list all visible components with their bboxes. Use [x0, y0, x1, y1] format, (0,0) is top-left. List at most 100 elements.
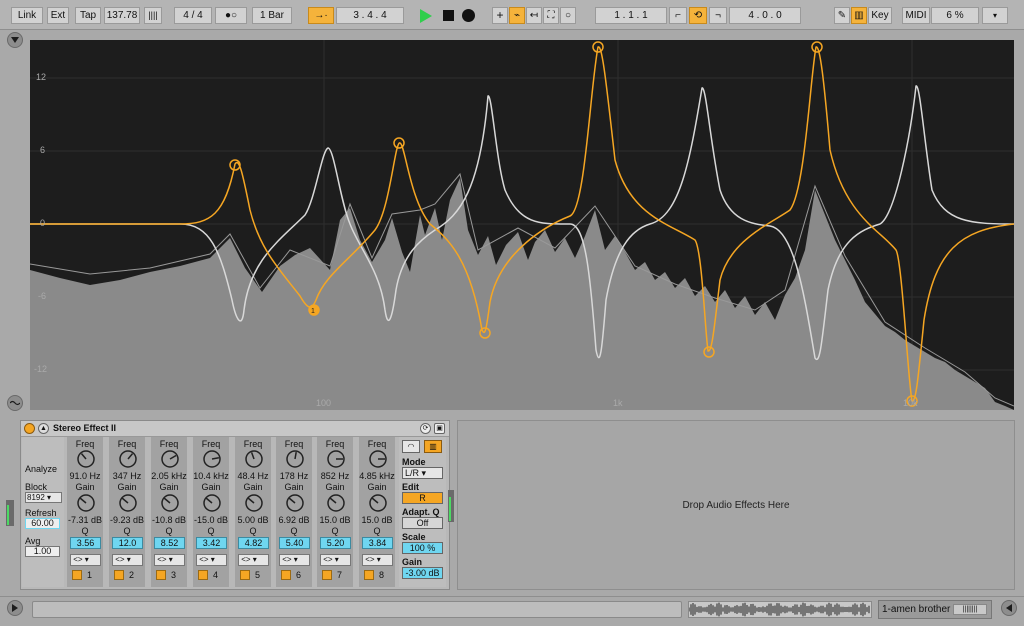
filter-type-select[interactable]: <> ▾: [279, 554, 310, 566]
freq-knob[interactable]: [160, 449, 180, 469]
device-power-icon[interactable]: [24, 423, 35, 434]
collapse-down-icon[interactable]: [7, 32, 23, 48]
band-enable-checkbox[interactable]: [281, 570, 291, 580]
nudge-icon[interactable]: ||||: [144, 7, 162, 24]
expand-right-icon[interactable]: [7, 600, 23, 616]
gain-knob[interactable]: [326, 493, 346, 513]
tempo-field[interactable]: 137.78: [104, 7, 140, 24]
metronome-menu[interactable]: ●○: [215, 7, 247, 24]
edit-channel-button[interactable]: R: [402, 492, 443, 504]
filter-type-select[interactable]: <> ▾: [196, 554, 227, 566]
punch-in-icon[interactable]: ⌐: [669, 7, 687, 24]
freq-knob[interactable]: [244, 449, 264, 469]
gain-knob[interactable]: [160, 493, 180, 513]
key-map-button[interactable]: Key: [868, 7, 892, 24]
add-icon[interactable]: +: [492, 7, 508, 24]
gain-knob[interactable]: [368, 493, 388, 513]
output-gain-field[interactable]: -3.00 dB: [402, 567, 443, 579]
back-to-arrangement-icon[interactable]: ↤: [526, 7, 542, 24]
band-enable-checkbox[interactable]: [240, 570, 250, 580]
mode-select[interactable]: L/R ▾: [402, 467, 443, 479]
q-field[interactable]: 3.42: [196, 537, 227, 549]
freq-knob[interactable]: [118, 449, 138, 469]
record-icon[interactable]: [462, 9, 475, 22]
gain-knob[interactable]: [202, 493, 222, 513]
band-enable-checkbox[interactable]: [72, 570, 82, 580]
scale-label: Scale: [402, 532, 426, 542]
q-field[interactable]: 5.40: [279, 537, 310, 549]
device-header: ▲ Stereo Effect II ⟳ ▣: [21, 421, 449, 437]
analyzer-settings: Analyze Block 8192 ▾ Refresh 60.00 Avg 1…: [22, 437, 64, 587]
scale-field[interactable]: 100 %: [402, 542, 443, 554]
stop-icon[interactable]: [443, 10, 454, 21]
link-button[interactable]: Link: [11, 7, 43, 24]
headphone-icon[interactable]: ◠: [402, 440, 420, 453]
loop-length-field[interactable]: 4 . 0 . 0: [729, 7, 801, 24]
clip-overview[interactable]: [688, 601, 872, 618]
follow-arrow-icon[interactable]: →·: [308, 7, 334, 24]
draw-mode-icon[interactable]: ✎: [834, 7, 850, 24]
spectrum-toggle-icon[interactable]: ▥: [424, 440, 442, 453]
block-select[interactable]: 8192 ▾: [25, 492, 62, 503]
session-record-icon[interactable]: ○: [560, 7, 576, 24]
x-tick-10k: 10k: [903, 398, 918, 408]
output-level-meter: [448, 490, 454, 522]
band-enable-checkbox[interactable]: [198, 570, 208, 580]
band-enable-checkbox[interactable]: [156, 570, 166, 580]
expand-left-icon[interactable]: [1001, 600, 1017, 616]
q-field[interactable]: 8.52: [154, 537, 185, 549]
adapt-q-toggle[interactable]: Off: [402, 517, 443, 529]
filter-type-select[interactable]: <> ▾: [320, 554, 351, 566]
gain-knob[interactable]: [285, 493, 305, 513]
save-preset-icon[interactable]: ▣: [434, 423, 445, 434]
loop-toggle-icon[interactable]: ⟲: [689, 7, 707, 24]
q-field[interactable]: 3.56: [70, 537, 101, 549]
gain-knob[interactable]: [76, 493, 96, 513]
filter-type-select[interactable]: <> ▾: [362, 554, 393, 566]
freq-value: 347 Hz: [112, 471, 142, 481]
freq-knob[interactable]: [368, 449, 388, 469]
freq-knob[interactable]: [326, 449, 346, 469]
filter-type-select[interactable]: <> ▾: [154, 554, 185, 566]
collapse-icon[interactable]: ▲: [38, 423, 49, 434]
automation-arm-icon[interactable]: ⌁: [509, 7, 525, 24]
q-field[interactable]: 4.82: [238, 537, 269, 549]
q-label: Q: [81, 526, 89, 536]
keyboard-icon[interactable]: ▥: [851, 7, 867, 24]
hot-swap-icon[interactable]: ⟳: [420, 423, 431, 434]
freq-knob[interactable]: [285, 449, 305, 469]
fold-icon[interactable]: [7, 395, 23, 411]
filter-type-select[interactable]: <> ▾: [70, 554, 101, 566]
q-field[interactable]: 5.20: [320, 537, 351, 549]
band-number: 6: [296, 570, 302, 580]
avg-field[interactable]: 1.00: [25, 546, 60, 557]
gain-label: Gain: [284, 482, 304, 492]
gain-knob[interactable]: [118, 493, 138, 513]
q-field[interactable]: 3.84: [362, 537, 393, 549]
filter-type-select[interactable]: <> ▾: [238, 554, 269, 566]
song-position-field[interactable]: 3 . 4 . 4: [336, 7, 404, 24]
play-icon[interactable]: [420, 9, 432, 23]
refresh-field[interactable]: 60.00: [25, 518, 60, 529]
band-enable-checkbox[interactable]: [114, 570, 124, 580]
quantize-menu[interactable]: 1 Bar: [252, 7, 292, 24]
filter-type-select[interactable]: <> ▾: [112, 554, 143, 566]
capture-icon[interactable]: ⛶: [543, 7, 559, 24]
q-field[interactable]: 12.0: [112, 537, 143, 549]
freq-knob[interactable]: [76, 449, 96, 469]
punch-out-icon[interactable]: ¬: [709, 7, 727, 24]
time-signature-field[interactable]: 4 / 4: [174, 7, 212, 24]
band-enable-checkbox[interactable]: [322, 570, 332, 580]
drop-zone[interactable]: Drop Audio Effects Here: [457, 420, 1015, 590]
tap-button[interactable]: Tap: [75, 7, 101, 24]
clip-name[interactable]: 1-amen brother ||||||||: [878, 600, 992, 619]
loop-start-field[interactable]: 1 . 1 . 1: [595, 7, 667, 24]
ext-button[interactable]: Ext: [47, 7, 69, 24]
eq-display[interactable]: 1 12 6 0 -6 -12 100 1k 10k: [30, 40, 1014, 410]
edit-label: Edit: [402, 482, 419, 492]
midi-map-button[interactable]: MIDI: [902, 7, 930, 24]
q-label: Q: [249, 526, 257, 536]
freq-knob[interactable]: [202, 449, 222, 469]
gain-knob[interactable]: [244, 493, 264, 513]
band-enable-checkbox[interactable]: [364, 570, 374, 580]
